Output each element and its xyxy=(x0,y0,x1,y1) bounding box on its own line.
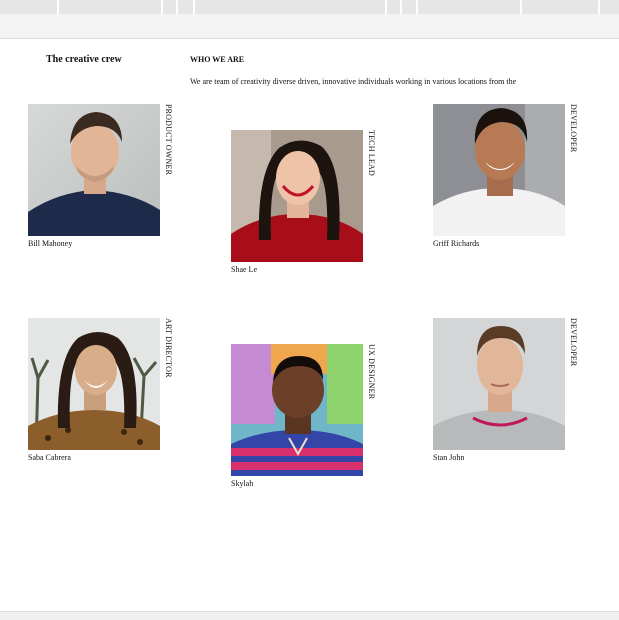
tab-divider xyxy=(520,0,522,14)
tab-divider xyxy=(161,0,163,14)
member-role: DEVELOPER xyxy=(569,104,578,153)
member-photo xyxy=(433,318,565,450)
member-photo xyxy=(433,104,565,236)
member-photo xyxy=(231,130,363,262)
tab-divider xyxy=(176,0,178,14)
member-role: DEVELOPER xyxy=(569,318,578,367)
tab-divider xyxy=(416,0,418,14)
member-name: Griff Richards xyxy=(433,239,480,248)
member-name: Bill Mahoney xyxy=(28,239,73,248)
team-member-card: TECH LEAD Shae Le xyxy=(231,130,391,280)
member-name: Saba Cabrera xyxy=(28,453,71,462)
team-member-card: UX DESIGNER Skylah xyxy=(231,344,391,494)
section-title: The creative crew xyxy=(46,54,122,65)
tab-divider xyxy=(400,0,402,14)
team-member-card: PRODUCT OWNER Bill Mahoney xyxy=(28,104,188,254)
member-photo xyxy=(231,344,363,476)
team-member-card: DEVELOPER Stan John xyxy=(433,318,593,468)
member-role: PRODUCT OWNER xyxy=(164,104,173,176)
member-name: Shae Le xyxy=(231,265,257,274)
member-role: UX DESIGNER xyxy=(367,344,376,400)
member-name: Stan John xyxy=(433,453,465,462)
team-member-card: DEVELOPER Griff Richards xyxy=(433,104,593,254)
member-role: ART DIRECTOR xyxy=(164,318,173,378)
member-photo xyxy=(28,318,160,450)
member-photo xyxy=(28,104,160,236)
member-role: TECH LEAD xyxy=(367,130,376,177)
member-name: Skylah xyxy=(231,479,254,488)
tab-divider xyxy=(57,0,59,14)
tab-divider xyxy=(193,0,195,14)
about-text: We are team of creativity diverse driven… xyxy=(190,77,517,86)
team-member-card: ART DIRECTOR Saba Cabrera xyxy=(28,318,188,468)
browser-tab-strip xyxy=(0,0,619,14)
tab-divider xyxy=(598,0,600,14)
browser-toolbar xyxy=(0,14,619,39)
about-heading: WHO WE ARE xyxy=(190,55,245,64)
tab-divider xyxy=(385,0,387,14)
